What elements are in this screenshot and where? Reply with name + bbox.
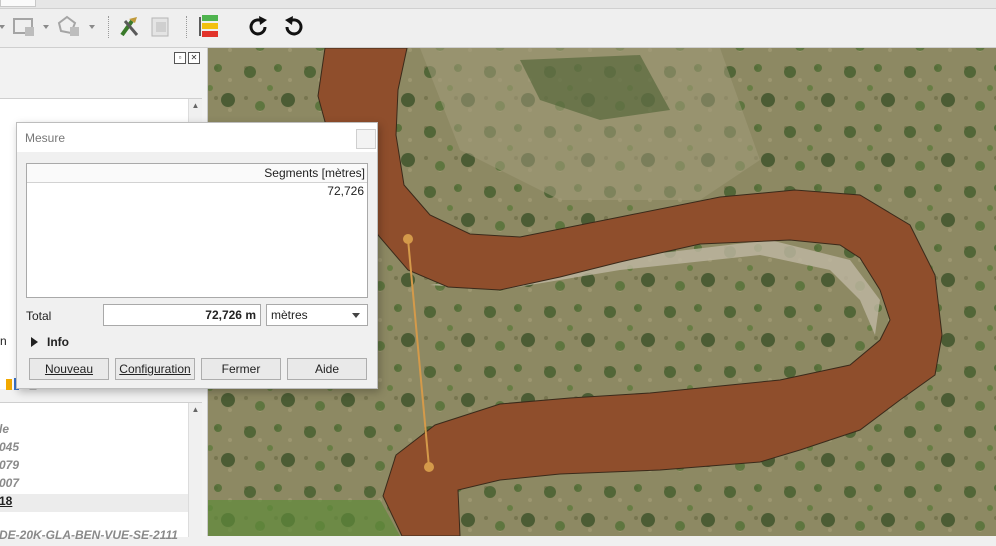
toolbar-separator — [108, 16, 110, 38]
tab-stub[interactable] — [0, 0, 36, 7]
title-strip — [0, 0, 996, 9]
undo-icon[interactable] — [280, 14, 306, 40]
dialog-close-button[interactable] — [356, 129, 376, 149]
plugin-tools-icon[interactable] — [116, 14, 144, 40]
close-button[interactable]: Fermer — [201, 358, 281, 380]
deselect-feature-icon[interactable] — [56, 14, 98, 40]
unit-select[interactable]: mètres — [266, 304, 368, 326]
select-dropdown-icon[interactable] — [0, 14, 8, 40]
scroll-up-icon[interactable]: ▲ — [189, 99, 202, 112]
help-button[interactable]: Aide — [287, 358, 367, 380]
layer-row[interactable]: le — [0, 422, 188, 440]
new-button[interactable]: Nouveau — [29, 358, 109, 380]
float-panel-icon[interactable]: ▫ — [174, 52, 186, 64]
layer-row[interactable]: 079 — [0, 458, 188, 476]
close-panel-icon[interactable]: ✕ — [188, 52, 200, 64]
configuration-button[interactable]: Configuration — [115, 358, 195, 380]
layer-row-selected[interactable]: 18 — [0, 494, 188, 512]
layer-row[interactable]: DE-20K-GLA-BEN-VUE-SE-2111 — [0, 528, 188, 546]
total-field[interactable]: 72,726 m — [103, 304, 261, 326]
measure-dialog: Mesure Segments [mètres] 72,726 Total 72… — [16, 122, 378, 389]
measure-vertex[interactable] — [403, 234, 413, 244]
dialog-titlebar[interactable]: Mesure — [17, 123, 377, 152]
dialog-title: Mesure — [25, 131, 66, 145]
layer-row[interactable]: 007 — [0, 476, 188, 494]
scroll-up-icon[interactable]: ▲ — [189, 403, 202, 416]
deselect-layer-icon[interactable] — [10, 14, 52, 40]
toolbar-separator — [186, 16, 188, 38]
print-layout-icon[interactable] — [148, 14, 174, 40]
measure-vertex[interactable] — [424, 462, 434, 472]
segments-table[interactable]: Segments [mètres] 72,726 — [26, 163, 368, 298]
layers-panel: ▲ le 045 079 007 18 DE-20K-GLA-BEN-VUE-S… — [0, 402, 202, 542]
segment-cell[interactable]: 72,726 — [327, 184, 364, 198]
main-toolbar — [0, 0, 996, 48]
expand-arrow-icon — [31, 337, 38, 347]
layer-row[interactable]: 045 — [0, 440, 188, 458]
green-field — [208, 500, 400, 536]
redo-icon[interactable] — [246, 14, 272, 40]
total-label: Total — [26, 309, 52, 323]
partial-label: n — [0, 334, 7, 348]
chevron-down-icon — [352, 313, 360, 318]
segments-header: Segments [mètres] — [27, 164, 367, 183]
vertical-scrollbar[interactable]: ▲ — [188, 403, 202, 537]
layer-order-icon[interactable] — [196, 14, 224, 40]
